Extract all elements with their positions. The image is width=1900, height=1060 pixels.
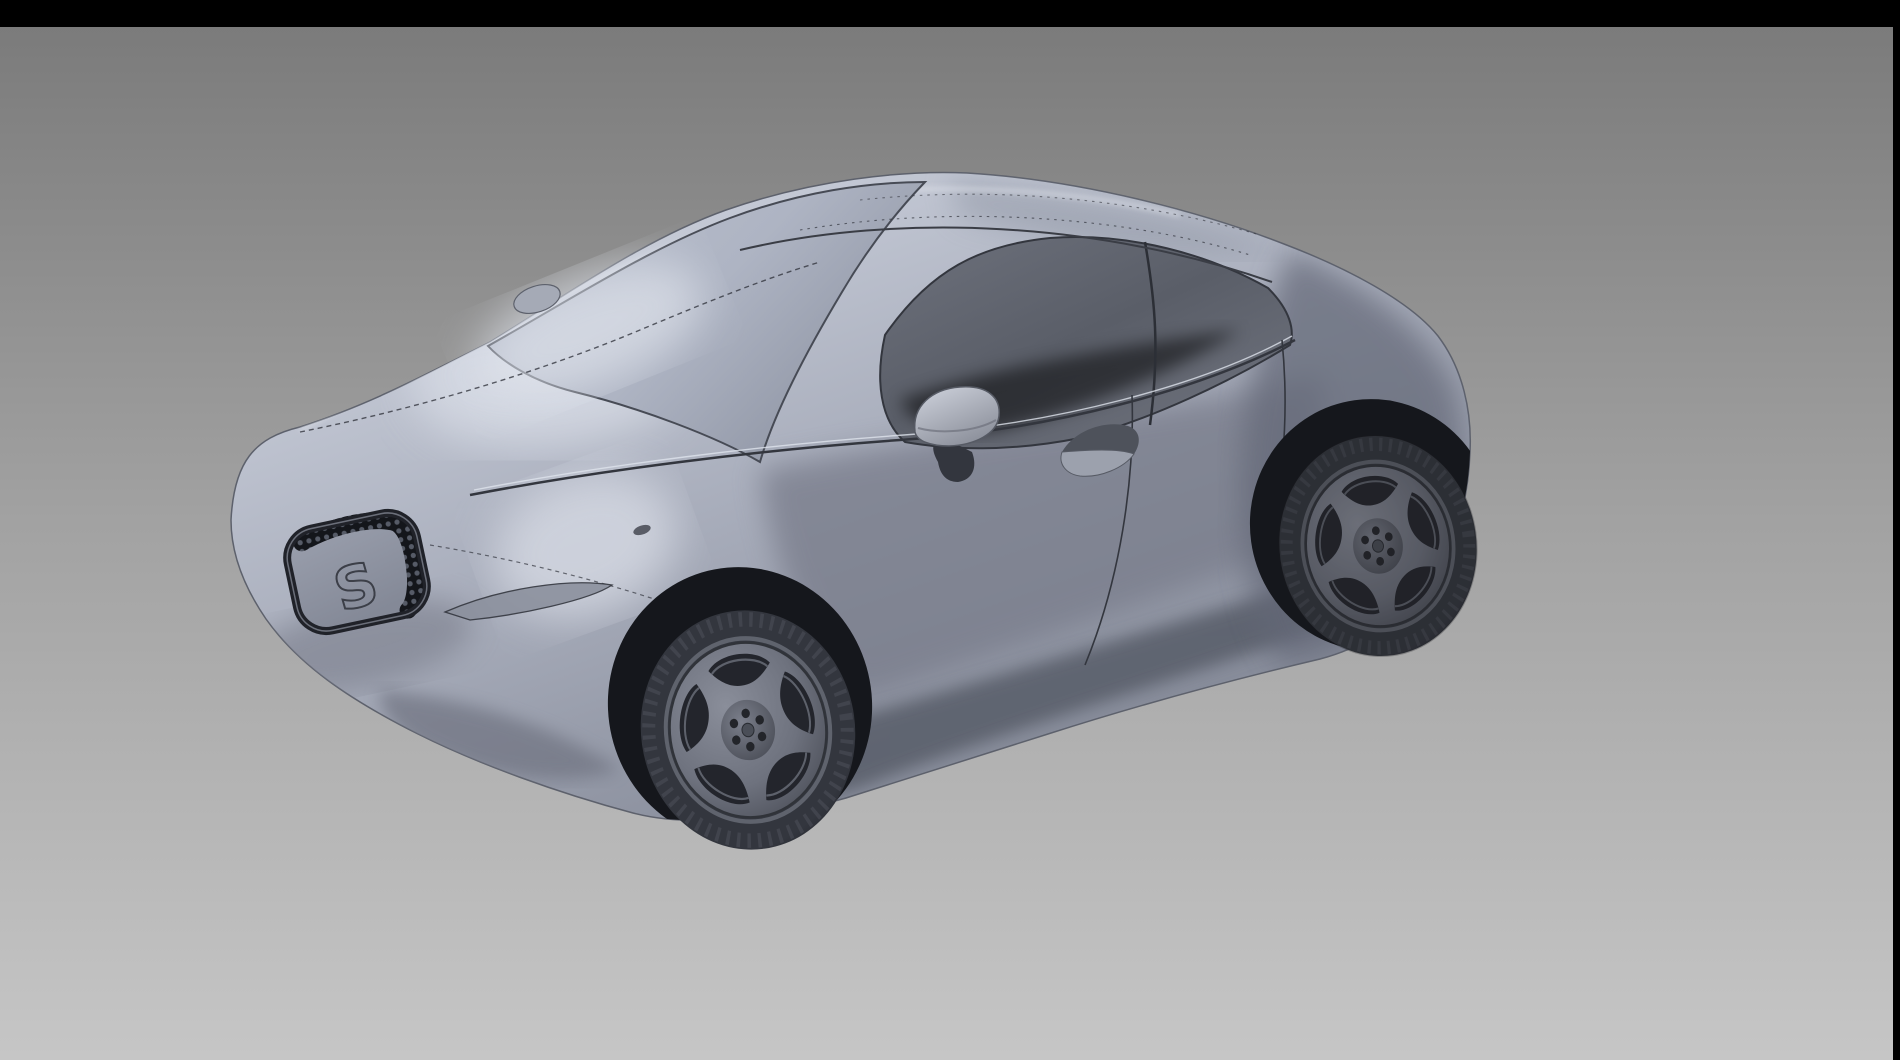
car-render[interactable]: S xyxy=(0,0,1900,1060)
front-grille[interactable]: S xyxy=(282,507,433,636)
right-letterbox-bar xyxy=(1893,0,1900,1060)
top-letterbox-bar xyxy=(0,0,1900,27)
car-model[interactable]: S xyxy=(231,172,1510,863)
application-window: S xyxy=(0,0,1900,1060)
3d-viewport[interactable]: S xyxy=(0,27,1893,1060)
